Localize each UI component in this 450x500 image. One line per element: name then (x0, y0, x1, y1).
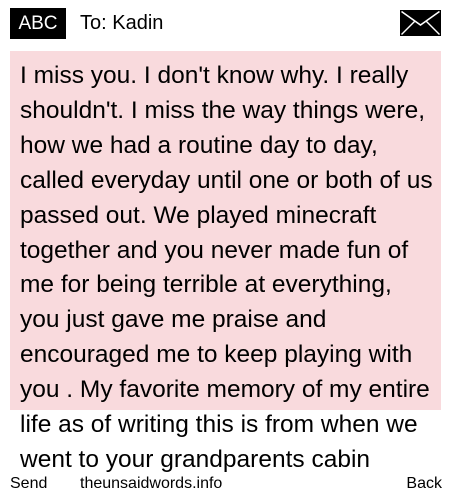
recipient-label: To: Kadin (80, 12, 164, 34)
envelope-icon[interactable] (400, 10, 441, 36)
send-button[interactable]: Send (10, 472, 47, 496)
site-link[interactable]: theunsaidwords.info (80, 472, 222, 496)
back-button[interactable]: Back (406, 472, 442, 496)
footer: Send theunsaidwords.info Back (0, 470, 450, 500)
message-screen: ABC To: Kadin I miss you. I don't know w… (0, 0, 450, 500)
abc-badge[interactable]: ABC (10, 8, 66, 39)
header: ABC To: Kadin (0, 0, 450, 46)
message-text: I miss you. I don't know why. I really s… (20, 62, 433, 473)
